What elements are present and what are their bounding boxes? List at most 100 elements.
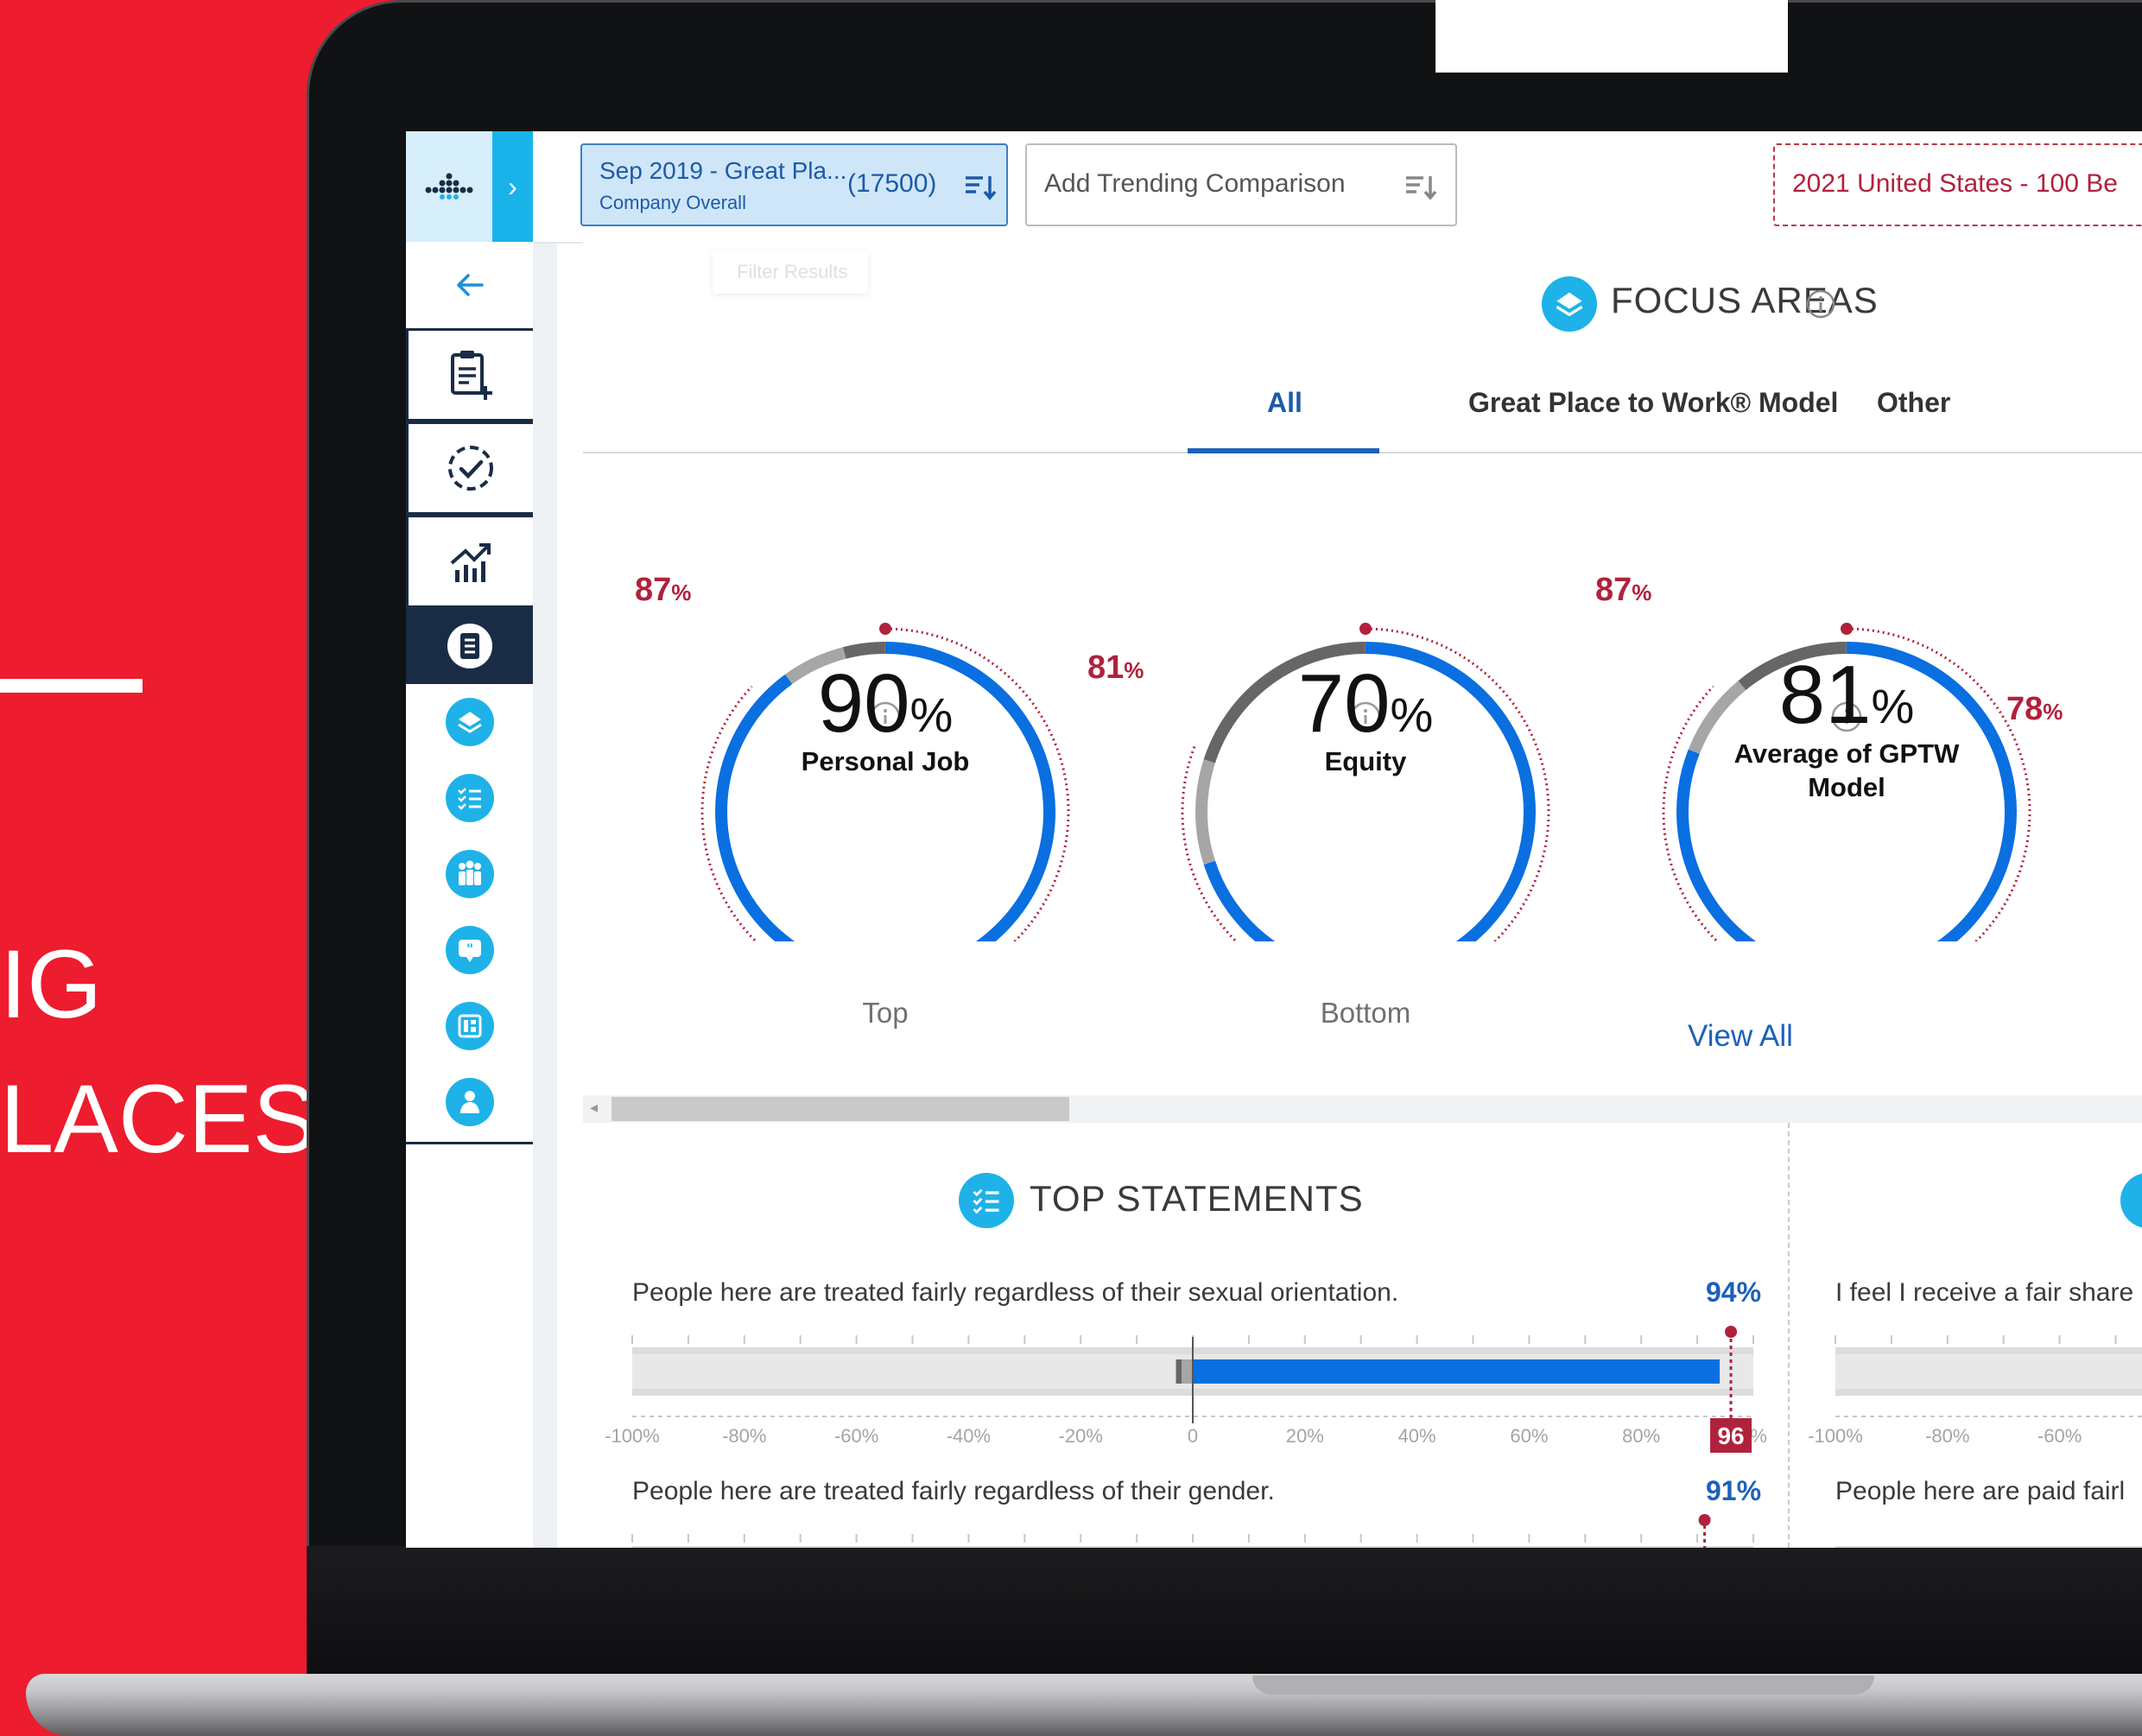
rail-item-progress[interactable]: [406, 421, 533, 515]
rail-item-heatmap[interactable]: [406, 988, 533, 1064]
survey-count: (17500): [847, 169, 937, 198]
focus-areas-title: FOCUS AREAS: [1611, 280, 1879, 320]
focus-card-value: 81: [1778, 649, 1872, 741]
app-logo[interactable]: [406, 131, 492, 242]
bar-negative: [1176, 1359, 1182, 1384]
bar-neutral: [1182, 1359, 1193, 1384]
statement-text: I feel I receive a fair share: [1835, 1278, 2134, 1307]
axis-tick-label: -60%: [834, 1425, 878, 1447]
focus-card-2[interactable]: 70% Equity: [1219, 656, 1512, 777]
statement-bar: [631, 1514, 1754, 1548]
bar-track: [1835, 1546, 2142, 1548]
axis-tick-label: 60%: [1510, 1425, 1548, 1447]
bar-track-inner: [1835, 1354, 2142, 1389]
axis-tick-label: -80%: [1925, 1425, 1969, 1447]
axis-tick-label: 20%: [1286, 1425, 1324, 1447]
focus-card-label: Average of GPTW Model: [1733, 738, 1960, 802]
quote-icon: ": [445, 926, 494, 974]
tab-other[interactable]: Other: [1877, 387, 1950, 419]
benchmark-dot: [1359, 623, 1372, 635]
person-icon: [445, 1078, 494, 1126]
laptop-chin: [307, 1546, 2142, 1684]
app-screen: › " Sep 2019 - Great Pla... (17500) Comp…: [406, 131, 2142, 1548]
focus-card-unit: %: [909, 687, 954, 742]
axis-tick-label: -100%: [1808, 1425, 1863, 1447]
promo-divider: [0, 679, 143, 693]
statement-bar: -100% -80% -60% -40% -20% 0 20% 40% 60% 80% 0%96: [605, 1326, 1767, 1453]
statement-bar: [1835, 1546, 2142, 1548]
rail-gutter: [533, 242, 557, 1548]
statement-text: People here are treated fairly regardles…: [632, 1278, 1399, 1307]
benchmark-dot: [1698, 1514, 1711, 1526]
main-content: Filter Results FOCUS AREAS All Great Pla…: [583, 242, 2142, 1548]
rail-item-survey[interactable]: [406, 328, 533, 421]
layers-icon: [1542, 276, 1597, 332]
focus-card-benchmark: 87%: [635, 572, 692, 608]
horizontal-scrollbar[interactable]: ◂: [583, 1095, 2142, 1123]
promo-line-1: IG: [0, 930, 103, 1038]
dot-logo-icon: [425, 173, 473, 200]
scrollbar-thumb[interactable]: [612, 1097, 1069, 1121]
trending-comparison-selector[interactable]: Add Trending Comparison: [1025, 143, 1457, 226]
tab-active-indicator: [1188, 448, 1379, 453]
focus-card-footer-bottom: Bottom: [1320, 997, 1411, 1029]
bar-track: [632, 1546, 1753, 1548]
rail-item-report[interactable]: [406, 608, 533, 684]
top-statements-title: TOP STATEMENTS: [1030, 1178, 1364, 1219]
statement-bar: -100% -80% -60%: [1808, 1335, 2142, 1447]
axis-tick-label: 40%: [1398, 1425, 1436, 1447]
rail-bottom-border: [406, 1142, 533, 1144]
svg-text:": ": [466, 941, 472, 957]
survey-selector[interactable]: Sep 2019 - Great Pla... (17500) Company …: [580, 143, 1008, 226]
tab-all[interactable]: All: [1267, 387, 1302, 419]
report-icon: [447, 624, 492, 668]
rail-items: ": [406, 242, 533, 1144]
benchmark-selector[interactable]: 2021 United States - 100 Be: [1773, 143, 2142, 226]
focus-card-label: Personal Job: [801, 746, 970, 776]
laptop-camera-notch: [1435, 0, 1788, 73]
axis-tick-label: -60%: [2037, 1425, 2082, 1447]
view-all-link[interactable]: View All: [1654, 1019, 1827, 1054]
focus-card-1[interactable]: 90% Personal Job: [738, 656, 1032, 777]
donut-negative-arc: [843, 642, 886, 659]
sort-filter-icon: [966, 176, 997, 200]
bar-positive: [1193, 1359, 1721, 1384]
donut-neutral-arc: [1195, 759, 1215, 865]
focus-card-3[interactable]: 81% Average of GPTW Model: [1700, 648, 1993, 805]
focus-card-benchmark: 81%: [1087, 649, 1144, 686]
focus-card-label: Equity: [1324, 746, 1407, 776]
rail-item-focus-areas[interactable]: [406, 684, 533, 760]
people-icon: [445, 850, 494, 898]
focus-card-value: 90: [817, 657, 910, 750]
back-button[interactable]: [406, 242, 533, 328]
promo-line-2: LACES: [0, 1065, 318, 1173]
sort-filter-icon: [1406, 176, 1437, 200]
axis-tick-label: -20%: [1059, 1425, 1103, 1447]
axis-tick-label: -80%: [722, 1425, 766, 1447]
checklist-icon: [2120, 1173, 2142, 1228]
benchmark-dot: [1841, 623, 1853, 635]
focus-card-footer-top: Top: [862, 997, 909, 1029]
axis-tick-label: 0: [1188, 1425, 1198, 1447]
rail-item-profile[interactable]: [406, 1064, 533, 1140]
rail-item-statements[interactable]: [406, 760, 533, 836]
tab-gptw-model[interactable]: Great Place to Work® Model: [1468, 387, 1838, 419]
axis-tick-label: -40%: [947, 1425, 991, 1447]
axis-tick-label: 80%: [1622, 1425, 1660, 1447]
clipboard-add-icon: [451, 351, 492, 400]
trend-chart-icon: [450, 543, 491, 582]
chevron-right-icon: ›: [508, 170, 517, 202]
info-icon[interactable]: [1805, 288, 1836, 320]
grid-chart-icon: [445, 1002, 494, 1050]
scroll-left-icon[interactable]: ◂: [590, 1099, 598, 1117]
rail-expand-button[interactable]: ›: [492, 131, 533, 242]
checklist-icon: [445, 774, 494, 822]
rail-item-trends[interactable]: [406, 515, 533, 608]
check-circle-icon: [448, 446, 493, 491]
filter-results-button[interactable]: Filter Results: [713, 250, 868, 294]
benchmark-dot: [1725, 1326, 1738, 1338]
rail-item-demographics[interactable]: [406, 836, 533, 912]
rail-item-comments[interactable]: ": [406, 912, 533, 988]
statement-percent: 94%: [1706, 1277, 1762, 1308]
focus-card-benchmark: 78%: [2006, 691, 2063, 727]
